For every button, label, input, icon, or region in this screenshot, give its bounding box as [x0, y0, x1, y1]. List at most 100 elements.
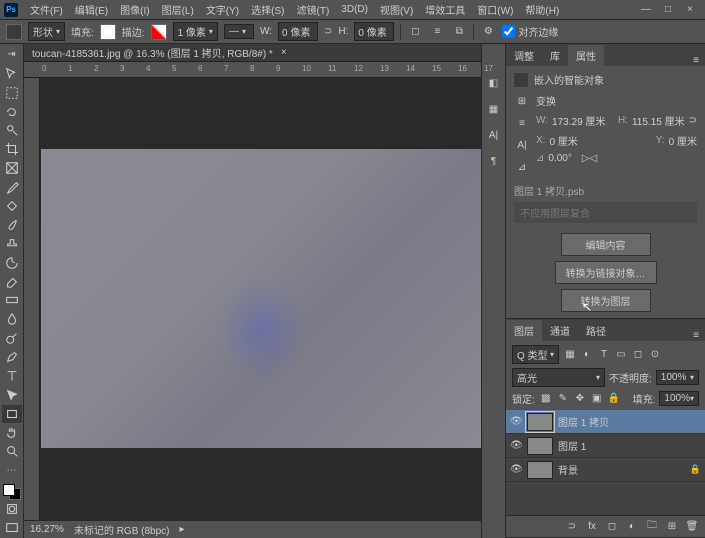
- prop-y[interactable]: 0 厘米: [669, 133, 697, 148]
- lock-transparent-icon[interactable]: ▩: [539, 392, 553, 406]
- layer-name[interactable]: 图层 1: [558, 438, 586, 453]
- stamp-tool[interactable]: [2, 235, 22, 253]
- group-icon[interactable]: 🗀: [645, 520, 659, 534]
- layer-thumbnail[interactable]: [527, 461, 553, 479]
- paragraph-panel-icon[interactable]: ¶: [485, 152, 503, 170]
- move-tool[interactable]: [2, 65, 22, 83]
- type-tool[interactable]: [2, 367, 22, 385]
- layer-name[interactable]: 图层 1 拷贝: [558, 414, 609, 429]
- pen-tool[interactable]: [2, 348, 22, 366]
- eraser-tool[interactable]: [2, 273, 22, 291]
- layer-thumbnail[interactable]: [527, 413, 553, 431]
- visibility-icon[interactable]: 👁: [510, 464, 522, 475]
- canvas[interactable]: [40, 78, 481, 520]
- mask-icon[interactable]: ◻: [605, 520, 619, 534]
- height-input[interactable]: 0 像素: [354, 22, 394, 41]
- dodge-tool[interactable]: [2, 329, 22, 347]
- delete-icon[interactable]: 🗑: [685, 520, 699, 534]
- opacity-input[interactable]: 100%▾: [656, 370, 699, 385]
- menu-help[interactable]: 帮助(H): [519, 2, 565, 17]
- tab-channels[interactable]: 通道: [542, 320, 578, 341]
- frame-tool[interactable]: [2, 159, 22, 177]
- convert-to-layer-button[interactable]: 转换为图层: [561, 289, 651, 312]
- tab-layers[interactable]: 图层: [506, 320, 542, 341]
- prop-width[interactable]: 173.29 厘米: [552, 113, 605, 128]
- stroke-style-dropdown[interactable]: —▾: [224, 24, 254, 39]
- window-maximize[interactable]: □: [657, 4, 679, 15]
- menu-plugins[interactable]: 增效工具: [419, 2, 471, 17]
- text-panel-icon[interactable]: A|: [485, 126, 503, 144]
- menu-file[interactable]: 文件(F): [24, 2, 69, 17]
- menu-view[interactable]: 视图(V): [374, 2, 419, 17]
- link-layers-icon[interactable]: ⊃: [565, 520, 579, 534]
- lock-position-icon[interactable]: ✥: [573, 392, 587, 406]
- menu-3d[interactable]: 3D(D): [335, 4, 374, 15]
- layer-row[interactable]: 👁 图层 1: [506, 434, 705, 458]
- layers-menu-icon[interactable]: ≡: [687, 330, 705, 341]
- edit-contents-button[interactable]: 编辑内容: [561, 233, 651, 256]
- menu-select[interactable]: 选择(S): [245, 2, 290, 17]
- swatches-panel-icon[interactable]: ▦: [485, 100, 503, 118]
- blur-tool[interactable]: [2, 310, 22, 328]
- brush-tool[interactable]: [2, 216, 22, 234]
- tab-adjustments[interactable]: 调整: [506, 45, 542, 66]
- layer-row[interactable]: 👁 背景 🔒: [506, 458, 705, 482]
- gear-icon[interactable]: ⚙: [480, 24, 496, 40]
- status-chevron-icon[interactable]: ▸: [180, 524, 185, 535]
- menu-window[interactable]: 窗口(W): [471, 2, 519, 17]
- lock-icon[interactable]: 🔒: [690, 464, 701, 475]
- menu-type[interactable]: 文字(Y): [200, 2, 245, 17]
- color-panel-icon[interactable]: ◧: [485, 74, 503, 92]
- type-section-icon[interactable]: A|: [514, 137, 530, 153]
- prop-height[interactable]: 115.15 厘米: [632, 113, 685, 128]
- filter-adjust-icon[interactable]: ◐: [580, 348, 594, 362]
- new-layer-icon[interactable]: ⊞: [665, 520, 679, 534]
- document-tab[interactable]: toucan-4185361.jpg @ 16.3% (图层 1 拷贝, RGB…: [24, 44, 481, 62]
- zoom-tool[interactable]: [2, 442, 22, 460]
- layer-row[interactable]: 👁 图层 1 拷贝: [506, 410, 705, 434]
- window-close[interactable]: ×: [679, 4, 701, 15]
- crop-tool[interactable]: [2, 140, 22, 158]
- lasso-tool[interactable]: [2, 103, 22, 121]
- close-tab-icon[interactable]: ×: [281, 47, 287, 58]
- stroke-width-input[interactable]: 1 像素▾: [173, 22, 218, 41]
- marquee-tool[interactable]: [2, 84, 22, 102]
- menu-image[interactable]: 图像(I): [114, 2, 155, 17]
- lock-artboard-icon[interactable]: ▣: [590, 392, 604, 406]
- blend-mode-dropdown[interactable]: 高光▾: [512, 368, 605, 387]
- filter-pixel-icon[interactable]: ▦: [563, 348, 577, 362]
- gradient-tool[interactable]: [2, 291, 22, 309]
- color-swatches[interactable]: [3, 484, 21, 500]
- lock-all-icon[interactable]: 🔒: [607, 392, 621, 406]
- path-select-tool[interactable]: [2, 386, 22, 404]
- layer-thumbnail[interactable]: [527, 437, 553, 455]
- shape-mode-dropdown[interactable]: 形状▾: [28, 22, 65, 41]
- menu-layer[interactable]: 图层(L): [156, 2, 200, 17]
- transform-section-icon[interactable]: ⊞: [514, 93, 530, 109]
- eyedropper-tool[interactable]: [2, 178, 22, 196]
- tab-paths[interactable]: 路径: [578, 320, 614, 341]
- visibility-icon[interactable]: 👁: [510, 416, 522, 427]
- prop-angle[interactable]: 0.00°: [548, 153, 571, 164]
- lock-pixels-icon[interactable]: ✎: [556, 392, 570, 406]
- collapse-icon[interactable]: ⇥: [2, 46, 22, 64]
- filter-toggle-icon[interactable]: ⊙: [648, 348, 662, 362]
- menu-filter[interactable]: 滤镜(T): [291, 2, 336, 17]
- fill-swatch[interactable]: [100, 24, 116, 40]
- window-minimize[interactable]: —: [635, 4, 657, 15]
- convert-to-linked-button[interactable]: 转换为链接对象…: [555, 261, 657, 284]
- document-info[interactable]: 未标记的 RGB (8bpc): [74, 522, 170, 537]
- adjustment-icon[interactable]: ◐: [625, 520, 639, 534]
- menu-edit[interactable]: 编辑(E): [69, 2, 114, 17]
- link-wh-icon[interactable]: ⊃: [324, 26, 332, 37]
- path-ops-icon[interactable]: ◻: [407, 24, 423, 40]
- prop-x[interactable]: 0 厘米: [549, 133, 577, 148]
- history-brush-tool[interactable]: [2, 254, 22, 272]
- filter-shape-icon[interactable]: ▭: [614, 348, 628, 362]
- stroke-swatch[interactable]: [151, 24, 167, 40]
- fill-input[interactable]: 100%▾: [659, 391, 699, 406]
- filter-smart-icon[interactable]: ◻: [631, 348, 645, 362]
- align-edges-checkbox[interactable]: 对齐边缘: [502, 24, 558, 39]
- link-dimensions-icon[interactable]: ⊃: [689, 115, 697, 126]
- zoom-level[interactable]: 16.27%: [30, 524, 64, 535]
